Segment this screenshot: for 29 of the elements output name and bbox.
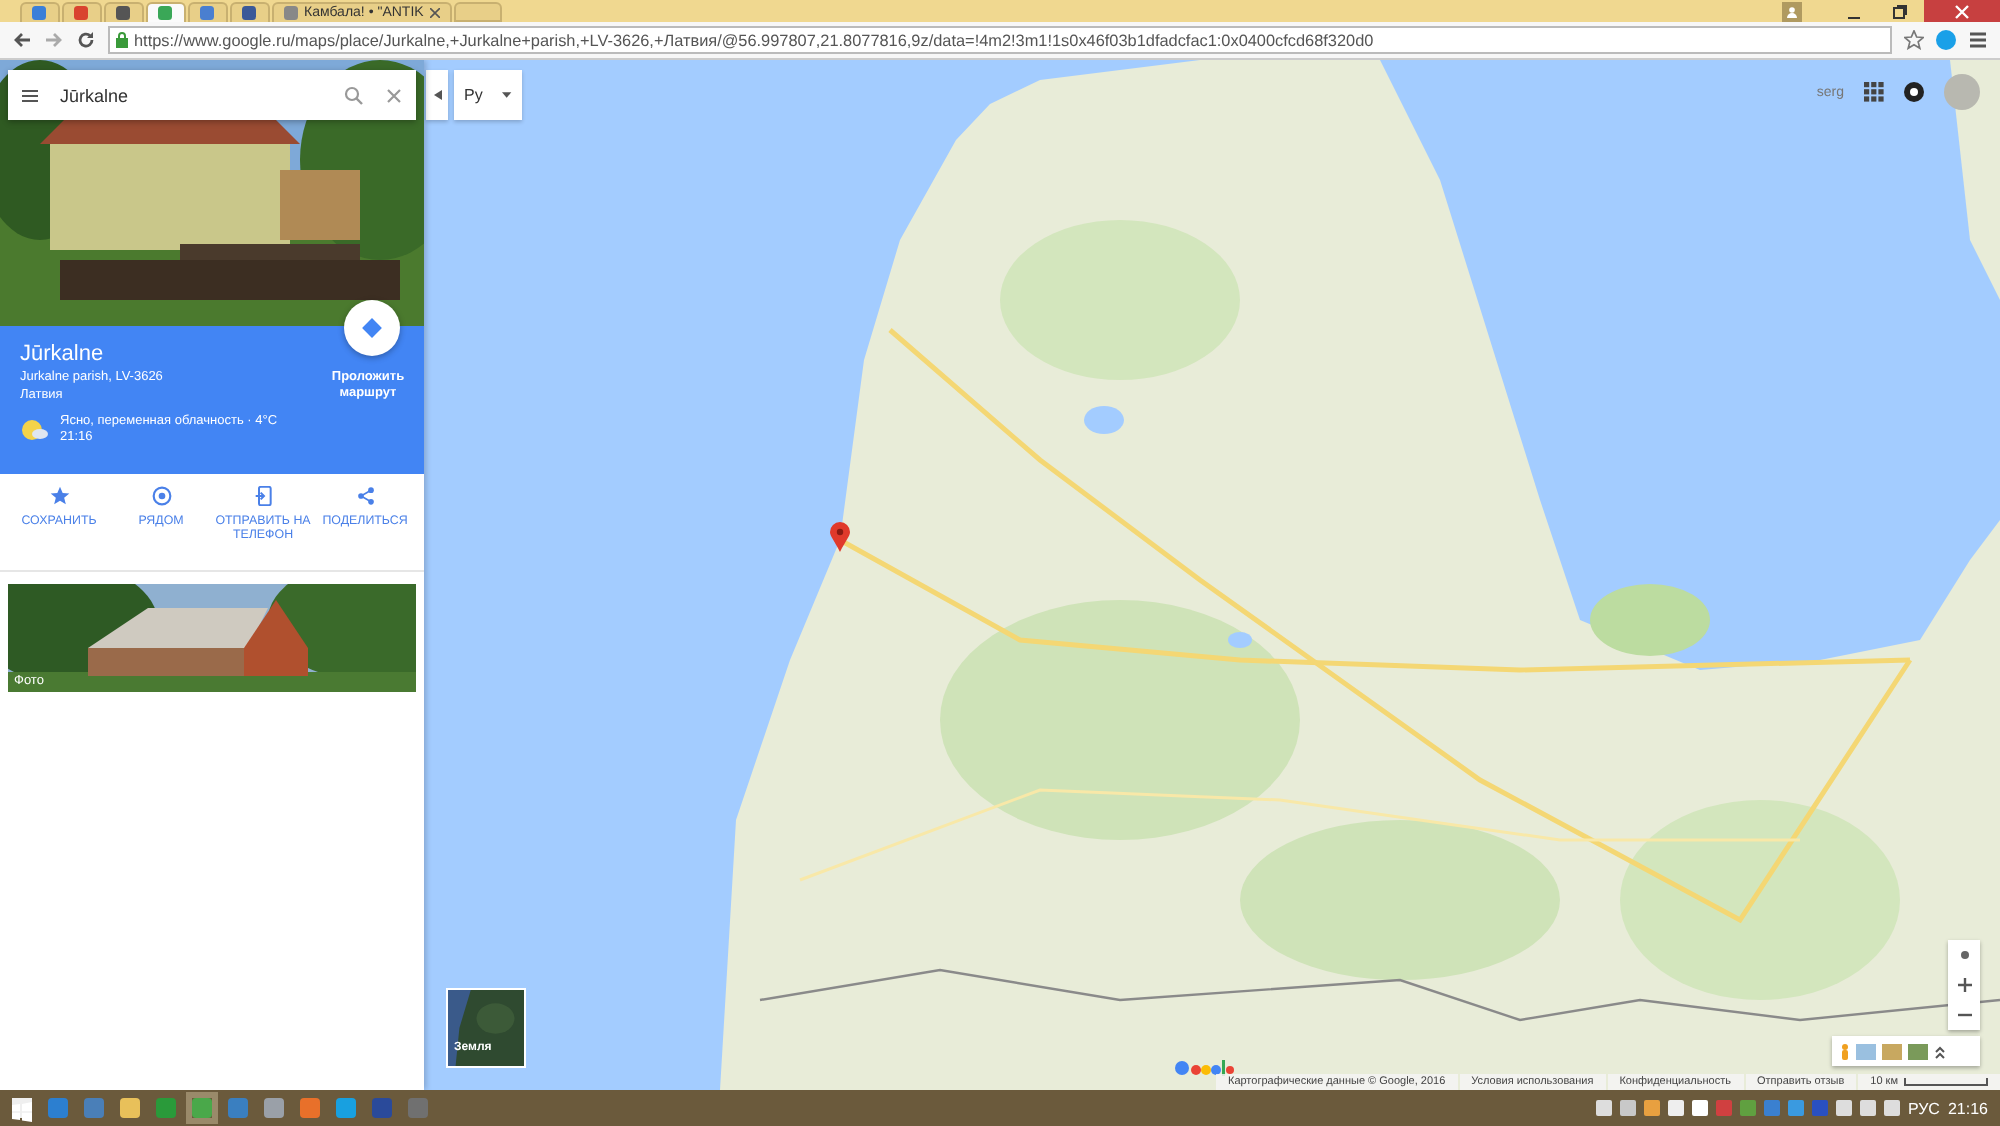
- address-bar[interactable]: https://www.google.ru/maps/place/Jurkalne,+Jurkalne+parish,+LV-3626,+Латвия/@56.997807,21.8077816,9z/data=!4m2!3m1!1s0x46f03b1dfadcfac1:0x0400cfcd68f320d0: [108, 26, 1892, 54]
- reload-icon[interactable]: [76, 30, 96, 50]
- url-text: https://www.google.ru/maps/place/Jurkalne,+Jurkalne+parish,+LV-3626,+Латвия/@56.997807,21.8077816,9z/data=!4m2!3m1!1s0x46f03b1dfadcfac1:0x0400cfcd68f320d0: [134, 31, 1374, 49]
- close-icon[interactable]: [429, 8, 440, 18]
- favicon-icon: [200, 6, 214, 20]
- favicon-icon: [158, 6, 172, 20]
- favicon-icon: [116, 6, 130, 20]
- favicon-icon: [32, 6, 46, 20]
- browser-tab[interactable]: [188, 2, 228, 22]
- browser-tab[interactable]: [146, 2, 186, 22]
- lock-icon: [116, 32, 128, 48]
- extension-icon[interactable]: [1936, 30, 1956, 50]
- back-icon[interactable]: [12, 30, 32, 50]
- forward-icon[interactable]: [44, 30, 64, 50]
- clock[interactable]: 21:16: [1947, 1099, 1988, 1117]
- taskbar-app-icon[interactable]: [192, 1098, 212, 1118]
- menu-icon[interactable]: [1968, 30, 1988, 50]
- favicon-icon: [284, 6, 298, 20]
- favicon-icon: [242, 6, 256, 20]
- start-button[interactable]: [12, 1098, 32, 1118]
- browser-tab[interactable]: [104, 2, 144, 22]
- browser-tab[interactable]: [230, 2, 270, 22]
- browser-tab[interactable]: [62, 2, 102, 22]
- star-icon[interactable]: [1904, 30, 1924, 50]
- close-button[interactable]: [1924, 0, 2000, 22]
- profile-button[interactable]: [1782, 2, 1802, 22]
- restore-icon[interactable]: [1892, 3, 1908, 19]
- favicon-icon: [74, 6, 88, 20]
- keyboard-language[interactable]: РУС: [1907, 1099, 1940, 1117]
